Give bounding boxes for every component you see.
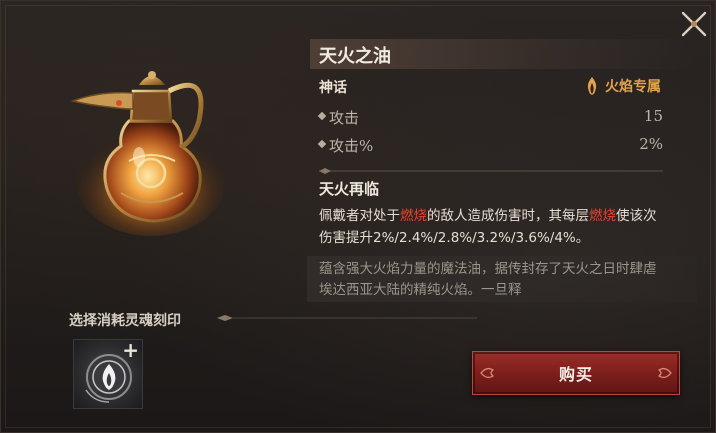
item-name: 天火之油 bbox=[319, 46, 391, 67]
buy-button-label: 购买 bbox=[558, 365, 593, 384]
stat-row-attack: 攻击 15 bbox=[317, 107, 663, 129]
section-divider bbox=[319, 168, 663, 174]
flame-icon bbox=[587, 77, 597, 95]
item-detail-panel: 天火之油 神话 火焰专属 攻击 15 攻击% 2% 天火再临 佩戴者对处于燃烧的… bbox=[0, 0, 716, 433]
bullet-diamond-icon bbox=[317, 111, 327, 121]
soul-seal-slot[interactable]: + bbox=[73, 339, 143, 409]
element-tag-label: 火焰专属 bbox=[605, 79, 661, 95]
stat-value: 2% bbox=[639, 135, 663, 153]
element-tag: 火焰专属 bbox=[586, 76, 661, 96]
close-icon[interactable] bbox=[679, 9, 709, 39]
button-ornament-icon bbox=[657, 367, 672, 379]
keyword-burn: 燃烧 bbox=[589, 208, 616, 224]
skill-name: 天火再临 bbox=[319, 180, 380, 198]
flavor-text[interactable]: 蕴含强大火焰力量的魔法油，据传封存了天火之日时肆虐埃达西亚大陆的精纯火焰。一旦释 bbox=[319, 259, 659, 303]
skill-description: 佩戴者对处于燃烧的敌人造成伤害时，其每层燃烧使该次伤害提升2%/2.4%/2.8… bbox=[319, 208, 657, 246]
stat-name: 攻击% bbox=[329, 137, 374, 155]
section-line bbox=[217, 315, 477, 321]
stat-row-attack-percent: 攻击% 2% bbox=[317, 135, 663, 157]
soul-seal-label: 选择消耗灵魂刻印 bbox=[69, 313, 181, 329]
item-rarity: 神话 bbox=[319, 80, 347, 96]
stat-value: 15 bbox=[643, 107, 663, 125]
add-plus-icon: + bbox=[122, 338, 139, 362]
bullet-diamond-icon bbox=[317, 139, 327, 149]
buy-button[interactable]: 购买 bbox=[472, 351, 680, 395]
keyword-burn: 燃烧 bbox=[400, 208, 427, 224]
button-ornament-icon bbox=[480, 367, 495, 379]
stat-name: 攻击 bbox=[329, 109, 360, 127]
oil-flask-image bbox=[59, 61, 229, 236]
